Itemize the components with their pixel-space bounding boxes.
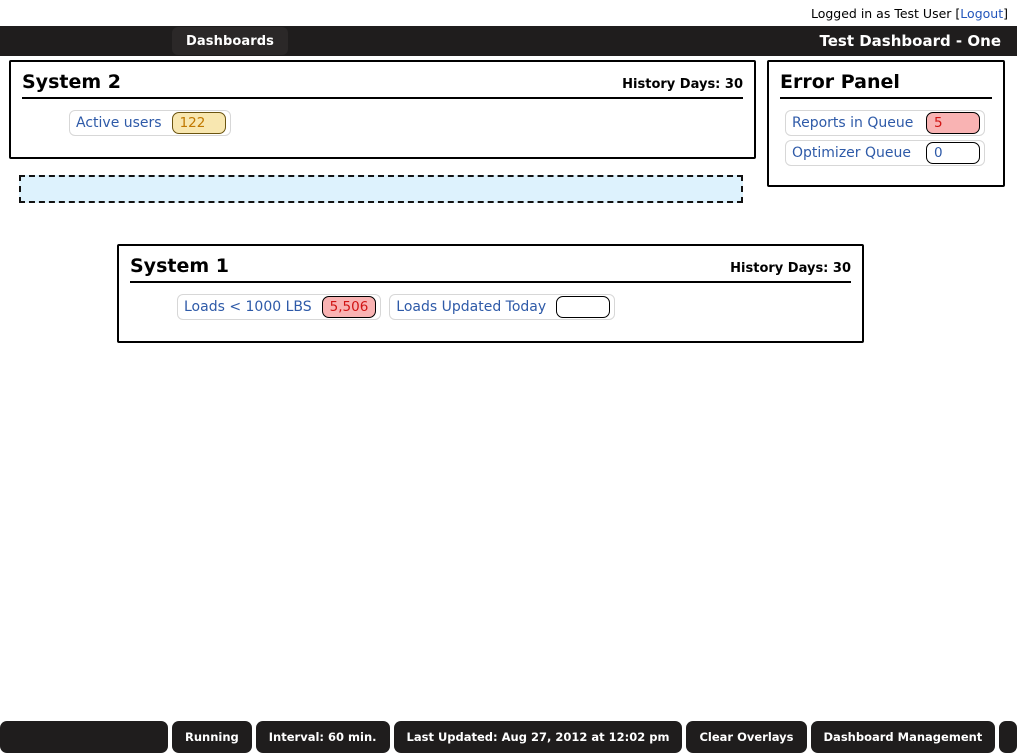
status-rail-left-segment <box>0 721 168 753</box>
dashboard-title: Test Dashboard - One <box>819 32 1002 50</box>
widget-optimizer-queue-value[interactable]: 0 <box>926 141 980 164</box>
panel-error-body: Reports in Queue 5 Optimizer Queue 0 <box>769 99 1003 177</box>
panel-error-title: Error Panel <box>780 71 900 93</box>
status-button-interval[interactable]: Interval: 60 min. <box>255 721 390 753</box>
widget-active-users-value[interactable]: 122 <box>171 111 226 134</box>
panel-system-2-history-days: History Days: 30 <box>622 76 743 92</box>
widget-optimizer-queue-label: Optimizer Queue <box>792 144 911 161</box>
widget-loads-under-1000-lbs-label: Loads < 1000 LBS <box>184 298 312 315</box>
panel-system-1-history-days: History Days: 30 <box>730 260 851 276</box>
widget-reports-in-queue-label: Reports in Queue <box>792 114 914 131</box>
panel-system-2[interactable]: System 2 History Days: 30 Active users 1… <box>9 60 756 159</box>
widget-optimizer-queue[interactable]: Optimizer Queue 0 <box>785 139 985 166</box>
widget-loads-updated-today-label: Loads Updated Today <box>396 298 547 315</box>
widget-drop-zone[interactable] <box>19 175 743 203</box>
widget-active-users[interactable]: Active users 122 <box>69 109 231 136</box>
navbar-left-spacer <box>0 26 172 56</box>
widget-reports-in-queue-value[interactable]: 5 <box>926 111 980 134</box>
panel-system-1[interactable]: System 1 History Days: 30 Loads < 1000 L… <box>117 244 864 343</box>
panel-system-1-body: Loads < 1000 LBS 5,506 Loads Updated Tod… <box>119 283 862 331</box>
status-button-dashboard-management[interactable]: Dashboard Management <box>810 721 996 753</box>
top-navigation-bar: Dashboards Test Dashboard - One <box>0 26 1017 56</box>
status-button-last-updated[interactable]: Last Updated: Aug 27, 2012 at 12:02 pm <box>393 721 683 753</box>
widget-loads-under-1000-lbs[interactable]: Loads < 1000 LBS 5,506 <box>177 293 382 320</box>
bottom-status-bar: Running Interval: 60 min. Last Updated: … <box>0 718 1017 756</box>
widget-reports-in-queue[interactable]: Reports in Queue 5 <box>785 109 985 136</box>
dashboard-canvas: System 2 History Days: 30 Active users 1… <box>0 56 1017 701</box>
panel-system-1-header: System 1 History Days: 30 <box>130 255 851 283</box>
status-button-running[interactable]: Running <box>172 721 252 753</box>
panel-system-1-title: System 1 <box>130 255 229 277</box>
logout-link[interactable]: Logout <box>960 6 1003 21</box>
login-status-strip: Logged in as Test User [Logout] <box>0 0 1017 26</box>
panel-error-header: Error Panel <box>780 71 992 99</box>
widget-loads-updated-today-value[interactable] <box>556 295 611 318</box>
widget-loads-under-1000-lbs-value[interactable]: 5,506 <box>321 295 377 318</box>
panel-system-2-header: System 2 History Days: 30 <box>22 71 743 99</box>
status-button-clear-overlays[interactable]: Clear Overlays <box>686 721 807 753</box>
status-bar-rail: Running Interval: 60 min. Last Updated: … <box>0 721 1017 753</box>
widget-active-users-label: Active users <box>76 114 162 131</box>
logout-bracket-close: ] <box>1003 5 1008 21</box>
panel-error[interactable]: Error Panel Reports in Queue 5 Optimizer… <box>767 60 1005 187</box>
widget-loads-updated-today[interactable]: Loads Updated Today <box>389 293 616 320</box>
logged-in-user-text: Logged in as Test User <box>810 5 952 21</box>
panel-system-2-body: Active users 122 <box>11 99 754 147</box>
status-rail-right-segment <box>999 721 1017 753</box>
nav-tab-dashboards[interactable]: Dashboards <box>172 27 289 55</box>
panel-system-2-title: System 2 <box>22 71 121 93</box>
